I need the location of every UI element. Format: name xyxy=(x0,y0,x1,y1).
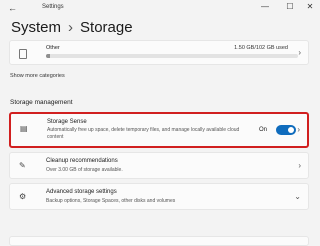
document-icon xyxy=(19,49,27,59)
chevron-right-icon: › xyxy=(297,125,300,134)
window-title: Settings xyxy=(42,4,64,10)
storage-sense-title: Storage Sense xyxy=(47,119,87,125)
title-bar: ← Settings — ☐ ✕ xyxy=(0,0,320,16)
drive-icon: ▤ xyxy=(20,124,28,133)
storage-sense-toggle[interactable] xyxy=(276,125,296,135)
breadcrumb-separator: › xyxy=(68,19,74,36)
advanced-title: Advanced storage settings xyxy=(46,189,117,195)
toggle-knob xyxy=(288,127,294,133)
other-category-card[interactable]: Other 1.50 GB/102 GB used › xyxy=(9,40,309,65)
show-more-categories-link[interactable]: Show more categories xyxy=(10,73,65,79)
toggle-state-label: On xyxy=(259,127,268,133)
maximize-button[interactable]: ☐ xyxy=(283,2,297,11)
storage-sense-description: Automatically free up space, delete temp… xyxy=(47,127,240,140)
usage-bar xyxy=(46,54,298,58)
usage-bar-fill xyxy=(46,54,50,58)
close-button[interactable]: ✕ xyxy=(303,2,317,11)
chevron-right-icon: › xyxy=(298,161,301,170)
breadcrumb-system[interactable]: System xyxy=(11,19,61,36)
storage-sense-row[interactable]: ▤ Storage Sense Automatically free up sp… xyxy=(9,112,309,148)
breadcrumb-storage: Storage xyxy=(80,19,133,36)
cleanup-description: Over 3.00 GB of storage available. xyxy=(46,167,123,173)
page-title: System › Storage xyxy=(11,19,133,36)
back-arrow-icon[interactable]: ← xyxy=(8,3,17,13)
cleanup-icon: ✎ xyxy=(19,161,26,170)
other-label: Other xyxy=(46,45,60,51)
advanced-storage-settings-row[interactable]: ⚙ Advanced storage settings Backup optio… xyxy=(9,183,309,210)
minimize-button[interactable]: — xyxy=(258,2,272,11)
chevron-down-icon: ⌄ xyxy=(294,192,301,201)
chevron-right-icon: › xyxy=(298,48,301,57)
cleanup-recommendations-row[interactable]: ✎ Cleanup recommendations Over 3.00 GB o… xyxy=(9,152,309,179)
advanced-description: Backup options, Storage Spaces, other di… xyxy=(46,198,176,204)
partial-row xyxy=(9,236,309,246)
section-title: Storage management xyxy=(10,99,73,106)
other-usage-value: 1.50 GB/102 GB used xyxy=(234,45,288,51)
gear-icon: ⚙ xyxy=(19,192,27,201)
cleanup-title: Cleanup recommendations xyxy=(46,158,118,164)
